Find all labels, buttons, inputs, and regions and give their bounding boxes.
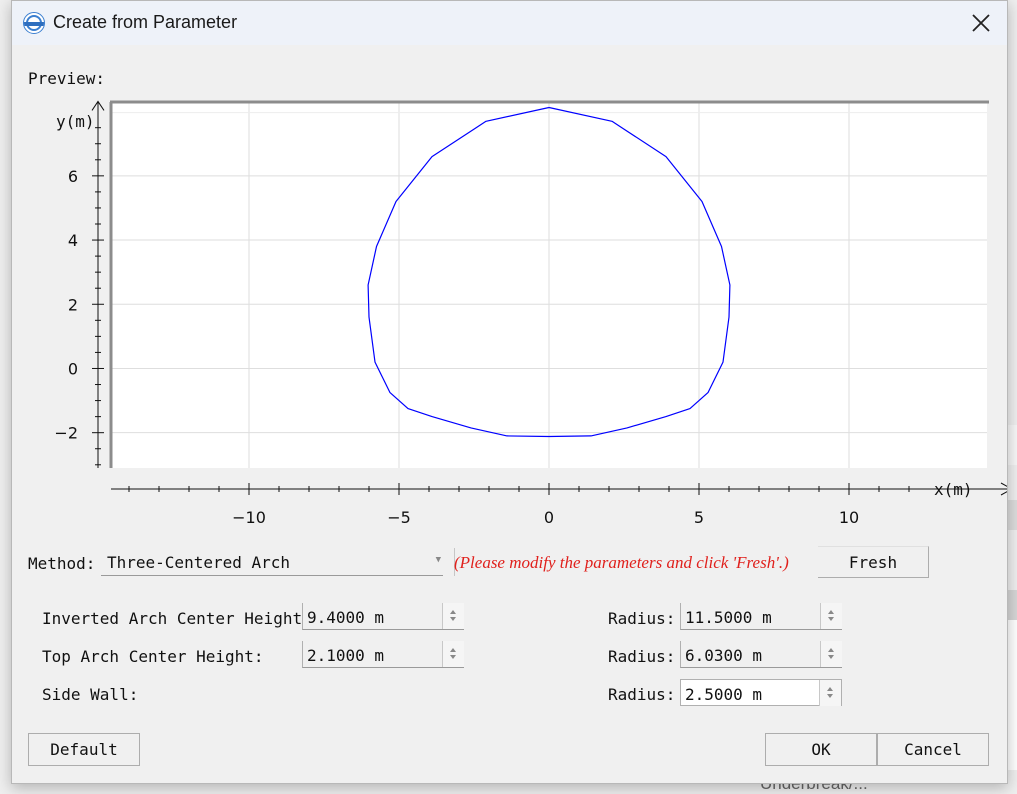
inverted-arch-center-height-label: Inverted Arch Center Height: (42, 609, 312, 628)
inverted-arch-center-height-value: 9.4000 m (307, 608, 385, 627)
top-arch-center-height-value: 2.1000 m (307, 646, 385, 665)
cancel-button[interactable]: Cancel (877, 733, 989, 766)
spinner-buttons[interactable] (442, 641, 464, 667)
spinner-buttons[interactable] (820, 641, 842, 667)
side-wall-label: Side Wall: (42, 685, 139, 704)
fresh-button[interactable]: Fresh (818, 546, 929, 578)
spinner-buttons[interactable] (819, 680, 841, 706)
inverted-arch-center-height-input[interactable]: 9.4000 m (302, 603, 464, 630)
x-tick-label: −5 (387, 508, 411, 527)
radius-3-value: 2.5000 m (685, 685, 763, 704)
method-select-value: Three-Centered Arch (107, 553, 291, 572)
ok-button[interactable]: OK (765, 733, 877, 766)
y-tick-label: −2 (54, 424, 78, 443)
spin-down-icon[interactable] (828, 617, 834, 621)
x-tick-label: −10 (232, 508, 266, 527)
x-axis-label: x(m) (934, 480, 973, 499)
create-from-parameter-dialog: Create from Parameter Preview: −2 0 2 4 6 y(m… (11, 0, 1008, 784)
y-axis-label: y(m) (56, 112, 95, 131)
spin-up-icon[interactable] (828, 648, 834, 652)
spin-down-icon[interactable] (827, 694, 833, 698)
spinner-buttons[interactable] (442, 603, 464, 629)
spin-down-icon[interactable] (828, 655, 834, 659)
y-tick-label: 4 (68, 231, 78, 250)
radius-2-input[interactable]: 6.0300 m (680, 641, 842, 668)
method-select[interactable]: Three-Centered Arch ▼ (101, 548, 455, 576)
radius-1-input[interactable]: 11.5000 m (680, 603, 842, 630)
preview-chart: −2 0 2 4 6 y(m) −10 −5 0 5 10 x(m) (54, 100, 1007, 527)
top-arch-center-height-input[interactable]: 2.1000 m (302, 641, 464, 668)
radius-label-3: Radius: (608, 685, 676, 704)
spin-up-icon[interactable] (450, 610, 456, 614)
x-tick-label: 0 (544, 508, 554, 527)
x-tick-label: 5 (694, 508, 704, 527)
spin-up-icon[interactable] (450, 648, 456, 652)
spin-up-icon[interactable] (828, 610, 834, 614)
x-tick-label: 10 (839, 508, 859, 527)
dropdown-arrow-icon: ▼ (435, 555, 441, 565)
spin-up-icon[interactable] (827, 687, 833, 691)
y-tick-label: 2 (68, 295, 78, 314)
radius-2-value: 6.0300 m (685, 646, 763, 665)
hint-text: (Please modify the parameters and click … (454, 553, 789, 572)
y-tick-label: 0 (68, 359, 78, 378)
radius-3-input[interactable]: 2.5000 m (680, 679, 842, 706)
y-tick-label: 6 (68, 167, 78, 186)
spin-down-icon[interactable] (450, 655, 456, 659)
radius-label-2: Radius: (608, 647, 676, 666)
spinner-buttons[interactable] (820, 603, 842, 629)
radius-1-value: 11.5000 m (685, 608, 772, 627)
top-arch-center-height-label: Top Arch Center Height: (42, 647, 264, 666)
spin-down-icon[interactable] (450, 617, 456, 621)
radius-label-1: Radius: (608, 609, 676, 628)
default-button[interactable]: Default (28, 733, 140, 766)
method-label: Method: (28, 554, 96, 573)
